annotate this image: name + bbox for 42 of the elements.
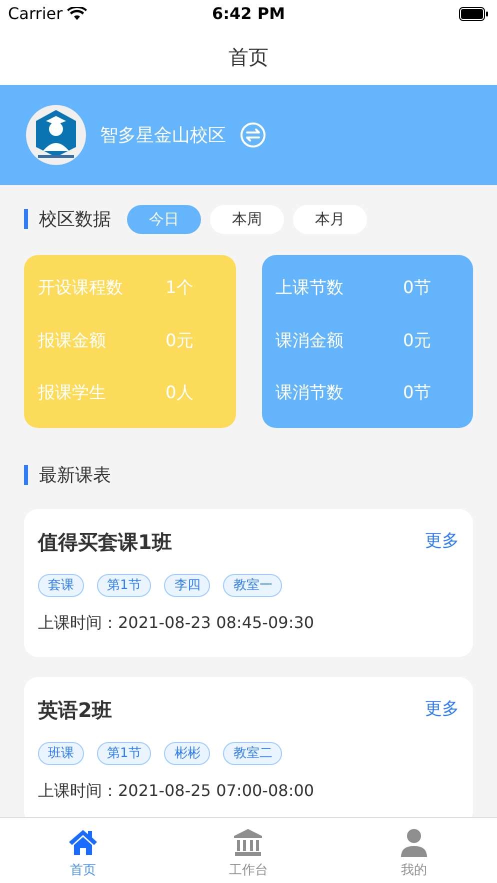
course-tag: 套课 [38, 574, 84, 597]
battery-icon [458, 7, 489, 21]
stat-value: 0节 [403, 277, 432, 300]
course-tag: 教室二 [223, 742, 282, 765]
course-tag: 李四 [164, 574, 210, 597]
class-time: 上课时间：2021-08-23 08:45-09:30 [38, 612, 316, 634]
class-time: 上课时间：2021-08-25 07:00-08:00 [38, 780, 316, 802]
stat-label: 开设课程数 [38, 277, 123, 300]
building-icon [232, 827, 264, 859]
clock-time: 6:42 PM [212, 3, 285, 25]
tab-item[interactable]: 工作台 [166, 818, 332, 883]
more-link[interactable]: 更多 [425, 529, 459, 555]
filter-tab[interactable]: 本月 [293, 204, 367, 234]
carrier-label: Carrier [8, 3, 63, 25]
switch-icon[interactable] [240, 122, 266, 148]
stat-label: 上课节数 [276, 277, 344, 300]
stat-label: 报课金额 [38, 330, 106, 353]
stat-value: 0节 [403, 382, 432, 406]
stat-value: 0人 [166, 382, 194, 406]
course-tag: 第1节 [97, 742, 152, 765]
section-title: 最新课表 [39, 464, 111, 488]
stat-value: 1个 [166, 277, 194, 300]
filter-tab[interactable]: 今日 [127, 204, 201, 234]
stat-value: 0元 [166, 330, 194, 353]
section-title: 校区数据 [39, 208, 111, 232]
course-name: 英语2班 [38, 697, 112, 724]
course-tag: 彬彬 [164, 742, 210, 765]
stat-value: 0元 [403, 330, 432, 353]
page-title: 首页 [228, 44, 268, 70]
course-tag: 教室一 [223, 574, 282, 597]
more-link[interactable]: 更多 [425, 697, 459, 723]
campus-name: 智多星金山校区 [100, 124, 226, 148]
filter-tab[interactable]: 本周 [210, 204, 284, 234]
stat-label: 课消节数 [276, 382, 344, 406]
stat-label: 课消金额 [276, 330, 344, 353]
tab-item[interactable]: 首页 [0, 818, 166, 883]
course-tag: 班课 [38, 742, 84, 765]
course-tag: 第1节 [97, 574, 152, 597]
stat-label: 报课学生 [38, 382, 106, 406]
wifi-icon [66, 7, 87, 21]
course-name: 值得买套课1班 [38, 529, 172, 556]
tab-item[interactable]: 我的 [331, 818, 497, 883]
